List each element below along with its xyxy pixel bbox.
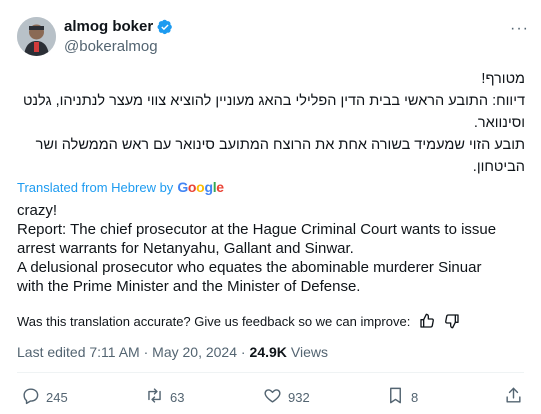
google-letter: G xyxy=(177,179,188,195)
translation-line: arrest warrants for Netanyahu, Gallant a… xyxy=(17,240,354,257)
share-button[interactable] xyxy=(504,386,523,408)
author-name[interactable]: almog boker xyxy=(64,18,153,35)
avatar-photo xyxy=(17,17,56,56)
feedback-prompt: Was this translation accurate? Give us f… xyxy=(17,313,411,329)
hebrew-line: הביטחון. xyxy=(472,159,525,175)
reply-button[interactable]: 245 xyxy=(21,386,68,408)
translation-line: with the Prime Minister and the Minister… xyxy=(17,278,361,295)
translation-line: crazy! xyxy=(17,202,58,219)
author-handle[interactable]: @bokeralmog xyxy=(64,38,158,55)
views-count: 24.9K xyxy=(249,344,287,360)
google-letter: o xyxy=(187,179,197,195)
avatar[interactable] xyxy=(17,17,56,56)
tweet-meta: Last edited 7:11 AM · May 20, 2024 · 24.… xyxy=(17,344,328,360)
hebrew-line: וסינוואר. xyxy=(473,115,525,131)
google-logo: Google xyxy=(177,179,224,195)
repost-count: 63 xyxy=(170,389,185,405)
reply-icon xyxy=(21,386,40,408)
heart-icon xyxy=(263,386,282,408)
bookmark-button[interactable]: 8 xyxy=(386,386,418,408)
edited-timestamp[interactable]: Last edited 7:11 AM · May 20, 2024 · xyxy=(17,344,246,360)
bookmark-count: 8 xyxy=(411,389,419,405)
author-name-row[interactable]: almog boker xyxy=(64,18,173,35)
views-label: Views xyxy=(290,344,328,360)
thumbs-down-icon[interactable] xyxy=(444,313,460,329)
tweet: almog boker @bokeralmog ··· מטורף! דיווח… xyxy=(0,0,541,414)
hebrew-line: דיווח: התובע הראשי בבית הדין הפלילי בהאג… xyxy=(22,93,525,109)
hebrew-line: תובע הזוי שמעמיד בשורה אחת את הרוצח המתו… xyxy=(35,137,525,153)
like-count: 932 xyxy=(288,389,310,405)
repost-button[interactable]: 63 xyxy=(145,386,184,408)
google-letter: g xyxy=(204,179,213,195)
translation-line: A delusional prosecutor who equates the … xyxy=(17,259,482,276)
divider xyxy=(17,372,524,373)
translation-line: Report: The chief prosecutor at the Hagu… xyxy=(17,221,497,238)
translated-label: Translated from Hebrew by xyxy=(17,179,174,195)
hebrew-line: מטורף! xyxy=(481,71,525,87)
bookmark-icon xyxy=(386,386,405,408)
like-button[interactable]: 932 xyxy=(263,386,310,408)
more-options-icon[interactable]: ··· xyxy=(510,20,529,38)
thumbs-up-icon[interactable] xyxy=(419,313,435,329)
repost-icon xyxy=(145,386,164,408)
verified-badge-icon xyxy=(157,19,173,35)
share-icon xyxy=(504,386,523,408)
translated-from-hebrew-link[interactable]: Translated from Hebrew by Google xyxy=(17,179,224,195)
google-letter: e xyxy=(216,179,224,195)
translation-feedback: Was this translation accurate? Give us f… xyxy=(17,313,460,329)
reply-count: 245 xyxy=(46,389,68,405)
